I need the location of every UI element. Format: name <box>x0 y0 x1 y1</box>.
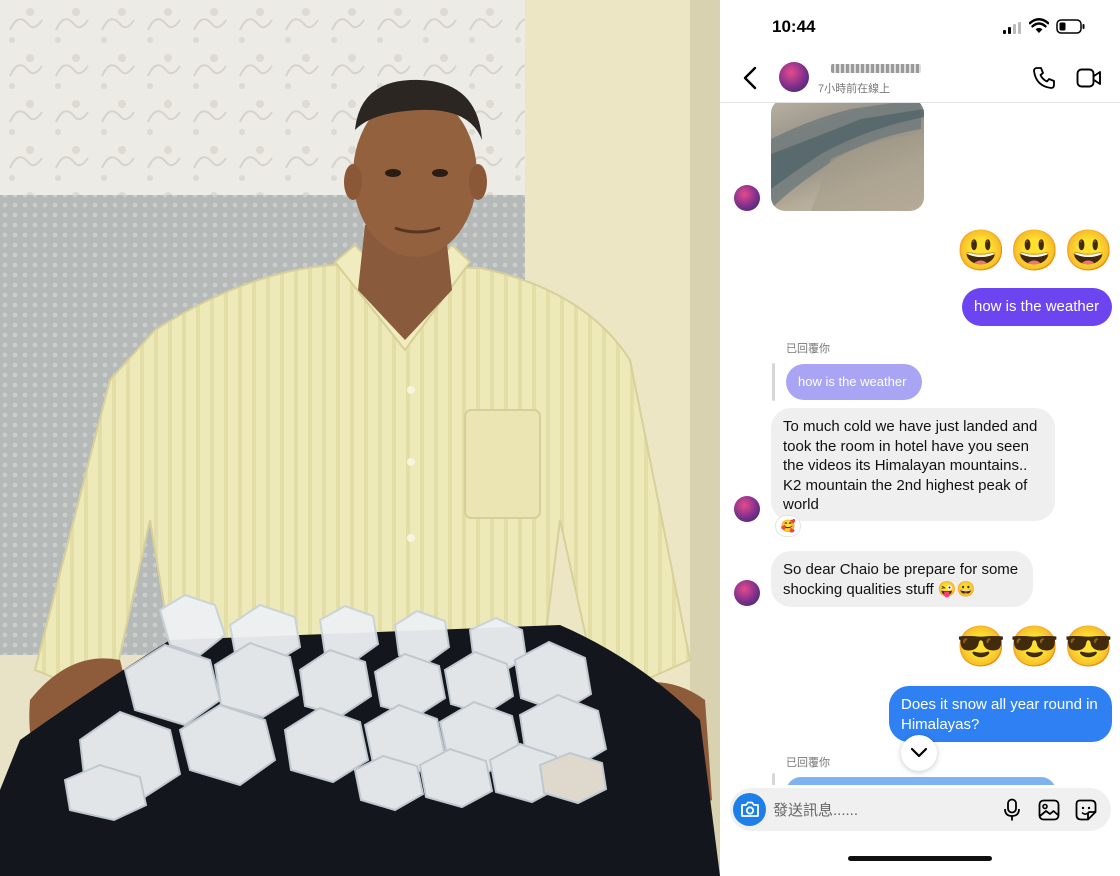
outgoing-message[interactable]: Does it snow all year round in Himalayas… <box>889 686 1112 742</box>
home-indicator <box>848 856 992 861</box>
battery-icon <box>1056 19 1085 34</box>
quote-bar <box>772 363 775 401</box>
outgoing-emoji-message[interactable]: 😎😎😎 <box>956 623 1117 671</box>
sender-avatar[interactable] <box>734 185 760 211</box>
status-time: 10:44 <box>772 17 816 36</box>
online-status: 7小時前在線上 <box>818 83 891 95</box>
incoming-message[interactable]: So dear Chaio be prepare for some shocki… <box>771 551 1033 607</box>
sender-avatar[interactable] <box>734 580 760 606</box>
back-icon[interactable] <box>742 65 758 91</box>
phone-icon[interactable] <box>1032 66 1056 90</box>
sender-avatar[interactable] <box>734 496 760 522</box>
message-input[interactable] <box>771 788 995 833</box>
reaction-badge[interactable]: 🥰 <box>776 516 800 536</box>
message-composer <box>730 788 1111 833</box>
chevron-down-icon <box>910 747 928 758</box>
outgoing-message[interactable]: how is the weather <box>962 288 1112 326</box>
gallery-icon[interactable] <box>1038 799 1060 821</box>
message-list[interactable]: 😃😃😃 how is the weather 已回覆你 how is the w… <box>720 103 1120 785</box>
reply-label: 已回覆你 <box>786 757 830 769</box>
aerial-view-image <box>771 103 924 211</box>
contact-name-redacted[interactable] <box>831 64 921 73</box>
outgoing-emoji-message[interactable]: 😃😃😃 <box>956 227 1117 275</box>
mic-icon[interactable] <box>1003 798 1021 822</box>
signal-icon <box>1003 22 1021 34</box>
status-bar: 10:44 <box>720 0 1120 56</box>
photo-illustration <box>0 0 720 876</box>
man-with-crystals-photo <box>0 0 720 876</box>
sticker-icon[interactable] <box>1074 798 1098 822</box>
wifi-icon <box>1029 18 1049 33</box>
chat-screen: 10:44 7小時前在線上 😃😃😃 how is the weather 已回覆… <box>720 0 1120 876</box>
quoted-message[interactable]: how is the weather <box>786 364 922 400</box>
reply-label: 已回覆你 <box>786 343 830 355</box>
camera-icon <box>741 801 759 817</box>
quote-bar <box>772 773 775 785</box>
incoming-message[interactable]: To much cold we have just landed and too… <box>771 408 1055 521</box>
shared-photo-message[interactable] <box>771 103 924 211</box>
video-icon[interactable] <box>1076 67 1102 89</box>
chat-header: 7小時前在線上 <box>720 56 1120 103</box>
camera-button[interactable] <box>733 793 766 826</box>
scroll-to-bottom-button[interactable] <box>901 735 937 771</box>
quoted-message-partial[interactable] <box>786 777 1056 785</box>
contact-avatar[interactable] <box>779 62 809 92</box>
